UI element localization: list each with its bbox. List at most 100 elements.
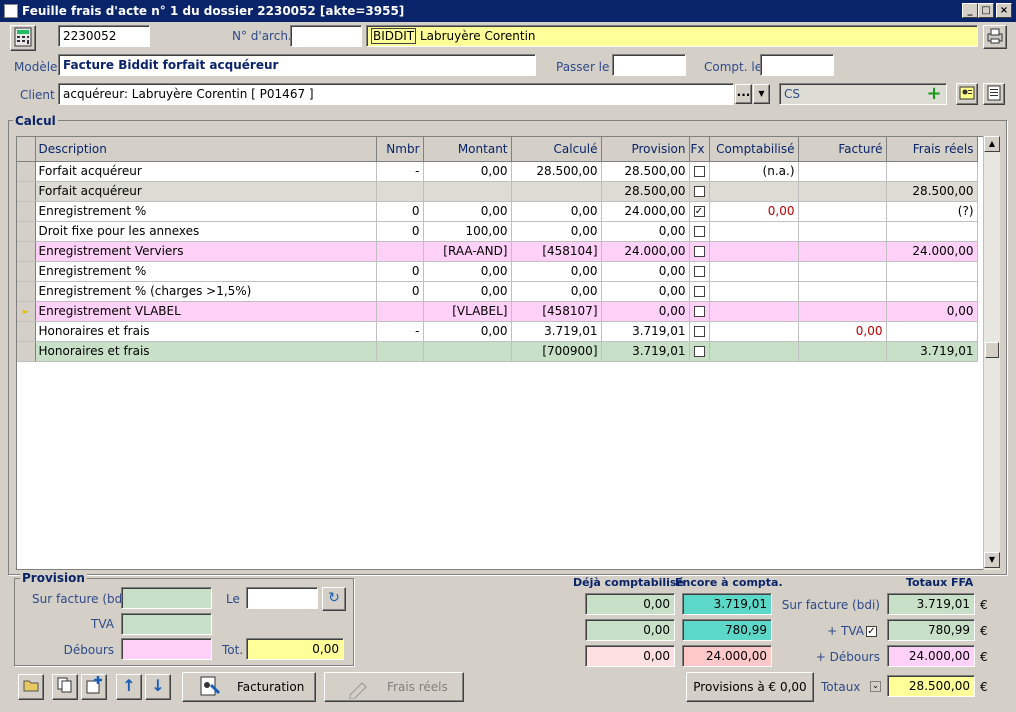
client-field[interactable]: acquéreur: Labruyère Corentin [ P01467 ]: [58, 83, 734, 105]
add-line-icon[interactable]: [81, 674, 107, 700]
cell-montant[interactable]: [423, 181, 512, 202]
cell-comptabilise[interactable]: [709, 281, 799, 302]
cell-fx[interactable]: [689, 281, 710, 302]
cell-comptabilise[interactable]: (n.a.): [709, 161, 799, 182]
fx-checkbox[interactable]: [693, 286, 705, 297]
copy-icon[interactable]: [52, 674, 78, 700]
cell-facture[interactable]: [798, 261, 887, 282]
cell-fx[interactable]: [689, 341, 710, 362]
cell-calcule[interactable]: 0,00: [511, 261, 602, 282]
cell-nmbr[interactable]: 0: [376, 261, 424, 282]
cell-calcule[interactable]: 28.500,00: [511, 161, 602, 182]
cell-montant[interactable]: 0,00: [423, 281, 512, 302]
cell-montant[interactable]: 0,00: [423, 161, 512, 182]
cell-comptabilise[interactable]: 0,00: [709, 201, 799, 222]
row-selector[interactable]: [17, 341, 36, 362]
frais-reels-button[interactable]: Frais réels: [324, 672, 464, 702]
contact-card-icon[interactable]: [956, 83, 978, 105]
fx-checkbox[interactable]: [693, 326, 705, 337]
cell-description[interactable]: Droit fixe pour les annexes: [35, 221, 377, 242]
cell-fx[interactable]: [689, 161, 710, 182]
cell-comptabilise[interactable]: [709, 261, 799, 282]
row-selector[interactable]: [17, 181, 36, 202]
move-down-icon[interactable]: ↓: [145, 674, 171, 700]
cell-facture[interactable]: [798, 301, 887, 322]
cell-description[interactable]: Enregistrement %: [35, 201, 377, 222]
col-frais-reels[interactable]: Frais réels: [886, 137, 978, 162]
cell-nmbr[interactable]: 0: [376, 201, 424, 222]
fx-checkbox[interactable]: [693, 186, 705, 197]
col-calcule[interactable]: Calculé: [511, 137, 602, 162]
cell-facture[interactable]: [798, 341, 887, 362]
totaux-dropdown-icon[interactable]: ⌄: [870, 681, 881, 692]
cell-fx[interactable]: [689, 181, 710, 202]
row-selector[interactable]: [17, 321, 36, 342]
cell-frais-reels[interactable]: 28.500,00: [886, 181, 978, 202]
minimize-button[interactable]: _: [962, 3, 978, 18]
move-up-icon[interactable]: ↑: [116, 674, 142, 700]
cell-fx[interactable]: ✓: [689, 201, 710, 222]
prov-date-field[interactable]: [246, 587, 318, 609]
passer-field[interactable]: [612, 54, 686, 76]
table-row[interactable]: Droit fixe pour les annexes 0 100,00 0,00 0,…: [17, 221, 978, 242]
table-row[interactable]: Enregistrement Verviers [RAA-AND] [458104]…: [17, 241, 978, 262]
cell-facture[interactable]: [798, 281, 887, 302]
cell-fx[interactable]: [689, 241, 710, 262]
cell-montant[interactable]: [RAA-AND]: [423, 241, 512, 262]
cell-fx[interactable]: [689, 321, 710, 342]
add-icon[interactable]: +: [925, 85, 943, 103]
cell-description[interactable]: Forfait acquéreur: [35, 181, 377, 202]
cell-frais-reels[interactable]: 3.719,01: [886, 341, 978, 362]
cell-comptabilise[interactable]: [709, 181, 799, 202]
dossier-field[interactable]: 2230052: [58, 25, 150, 47]
cell-nmbr[interactable]: 0: [376, 281, 424, 302]
table-row[interactable]: Forfait acquéreur -0,00 28.500,00 28.500,00…: [17, 161, 978, 182]
fx-checkbox[interactable]: ✓: [693, 206, 705, 217]
row-selector[interactable]: ►: [17, 301, 36, 322]
table-row[interactable]: Enregistrement % 0 0,00 0,00 0,00: [17, 261, 978, 282]
col-facture[interactable]: Facturé: [798, 137, 887, 162]
col-description[interactable]: Description: [35, 137, 377, 162]
fx-checkbox[interactable]: [693, 226, 705, 237]
client-dropdown-button[interactable]: ▼: [753, 84, 770, 104]
tva-checkbox[interactable]: ✓: [866, 624, 877, 638]
cell-nmbr[interactable]: -: [376, 161, 424, 182]
fx-checkbox[interactable]: [693, 266, 705, 277]
refresh-icon[interactable]: ↻: [322, 587, 346, 611]
scroll-up-icon[interactable]: ▲: [984, 136, 1000, 152]
row-selector[interactable]: [17, 281, 36, 302]
cell-provision[interactable]: 0,00: [601, 261, 690, 282]
col-comptabilise[interactable]: Comptabilisé: [709, 137, 799, 162]
cell-frais-reels[interactable]: 24.000,00: [886, 241, 978, 262]
scroll-thumb[interactable]: [985, 342, 999, 358]
cell-nmbr[interactable]: [376, 181, 424, 202]
cell-facture[interactable]: [798, 201, 887, 222]
cell-provision[interactable]: 0,00: [601, 281, 690, 302]
fx-checkbox[interactable]: [693, 306, 705, 317]
fx-checkbox[interactable]: [693, 246, 705, 257]
fx-checkbox[interactable]: [693, 346, 705, 357]
maximize-button[interactable]: □: [978, 3, 994, 18]
col-fx[interactable]: Fx: [689, 137, 710, 162]
folder-icon[interactable]: [18, 674, 44, 700]
compt-field[interactable]: [760, 54, 834, 76]
cell-calcule[interactable]: [458104]: [511, 241, 602, 262]
cell-frais-reels[interactable]: [886, 261, 978, 282]
row-selector[interactable]: [17, 241, 36, 262]
prov-sur-facture-field[interactable]: [121, 587, 212, 609]
prov-tva-field[interactable]: [121, 613, 212, 635]
col-nmbr[interactable]: Nmbr: [376, 137, 424, 162]
calculator-icon[interactable]: [10, 25, 36, 51]
client-lookup-button[interactable]: ...: [735, 84, 752, 104]
col-montant[interactable]: Montant: [423, 137, 512, 162]
cell-comptabilise[interactable]: [709, 221, 799, 242]
cell-nmbr[interactable]: 0: [376, 221, 424, 242]
modele-field[interactable]: Facture Biddit forfait acquéreur: [58, 54, 536, 76]
cell-comptabilise[interactable]: [709, 321, 799, 342]
cell-montant[interactable]: [VLABEL]: [423, 301, 512, 322]
grid-scrollbar[interactable]: ▲ ▼: [983, 136, 1000, 570]
cell-montant[interactable]: [423, 341, 512, 362]
cell-nmbr[interactable]: [376, 341, 424, 362]
narch-field[interactable]: [290, 25, 362, 47]
cell-montant[interactable]: 0,00: [423, 321, 512, 342]
